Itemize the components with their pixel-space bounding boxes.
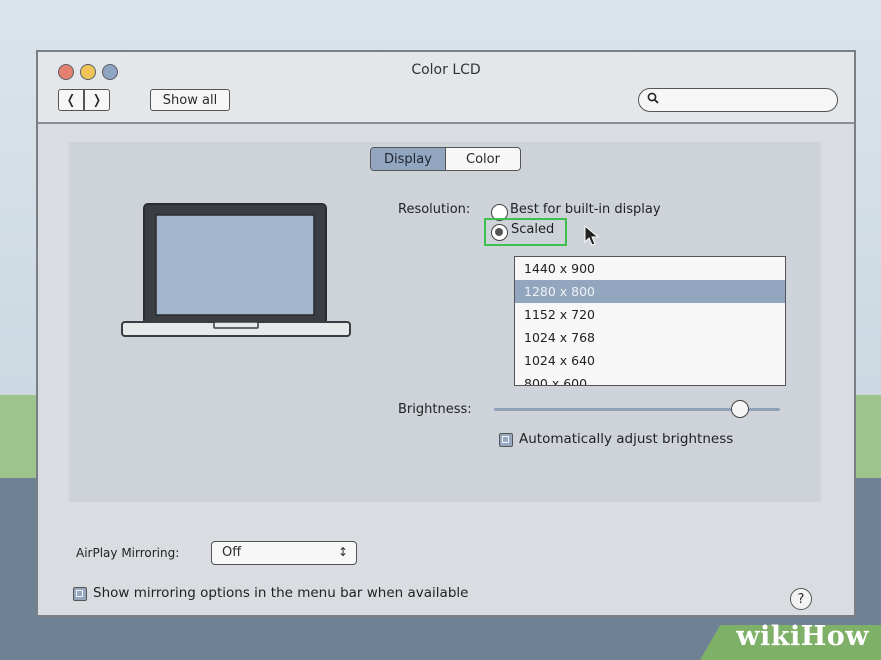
resolution-option[interactable]: 1152 x 720	[515, 303, 785, 326]
scaled-label: Scaled	[511, 222, 555, 237]
search-input[interactable]	[663, 91, 832, 109]
airplay-mirroring-label: AirPlay Mirroring:	[76, 546, 180, 560]
resolution-option[interactable]: 1024 x 768	[515, 326, 785, 349]
resolution-list[interactable]: 1440 x 900 1280 x 800 1152 x 720 1024 x …	[514, 256, 786, 386]
display-preferences-window: Color LCD ❬ ❭ Show all Display Color Res…	[36, 50, 856, 617]
laptop-display-icon	[121, 203, 351, 337]
forward-button[interactable]: ❭	[84, 89, 110, 111]
show-mirroring-label: Show mirroring options in the menu bar w…	[93, 585, 469, 601]
watermark-how: How	[800, 621, 869, 652]
chevron-left-icon: ❬	[65, 92, 77, 108]
show-mirroring-checkbox[interactable]	[73, 587, 87, 601]
airplay-mirroring-select[interactable]: Off ↕	[211, 541, 357, 565]
resolution-option[interactable]: 1440 x 900	[515, 257, 785, 280]
title-bar: Color LCD ❬ ❭ Show all	[38, 52, 854, 124]
scaled-radio[interactable]	[491, 224, 508, 241]
auto-brightness-label: Automatically adjust brightness	[519, 431, 734, 447]
chevron-right-icon: ❭	[91, 92, 103, 108]
up-down-arrows-icon: ↕	[337, 545, 348, 559]
show-all-button[interactable]: Show all	[150, 89, 230, 111]
brightness-slider-knob[interactable]	[730, 400, 749, 418]
auto-brightness-checkbox[interactable]	[499, 433, 513, 447]
search-icon	[647, 92, 659, 108]
search-field[interactable]	[638, 88, 838, 112]
tab-display[interactable]: Display	[371, 148, 446, 170]
best-for-display-label: Best for built-in display	[510, 202, 661, 217]
back-button[interactable]: ❬	[58, 89, 84, 111]
window-title: Color LCD	[411, 62, 481, 78]
mouse-pointer-icon	[584, 224, 600, 246]
tab-color[interactable]: Color	[446, 148, 520, 170]
resolution-label: Resolution:	[398, 202, 471, 217]
resolution-option[interactable]: 800 x 600	[515, 372, 785, 385]
help-button[interactable]: ?	[790, 588, 812, 610]
brightness-label: Brightness:	[398, 402, 472, 417]
watermark-wiki: wiki	[736, 621, 801, 652]
resolution-option[interactable]: 1024 x 640	[515, 349, 785, 372]
resolution-option-selected[interactable]: 1280 x 800	[515, 280, 785, 303]
tab-bar: Display Color	[370, 147, 521, 171]
wikihow-watermark: wikiHow	[736, 621, 869, 652]
airplay-select-value: Off	[222, 545, 242, 560]
